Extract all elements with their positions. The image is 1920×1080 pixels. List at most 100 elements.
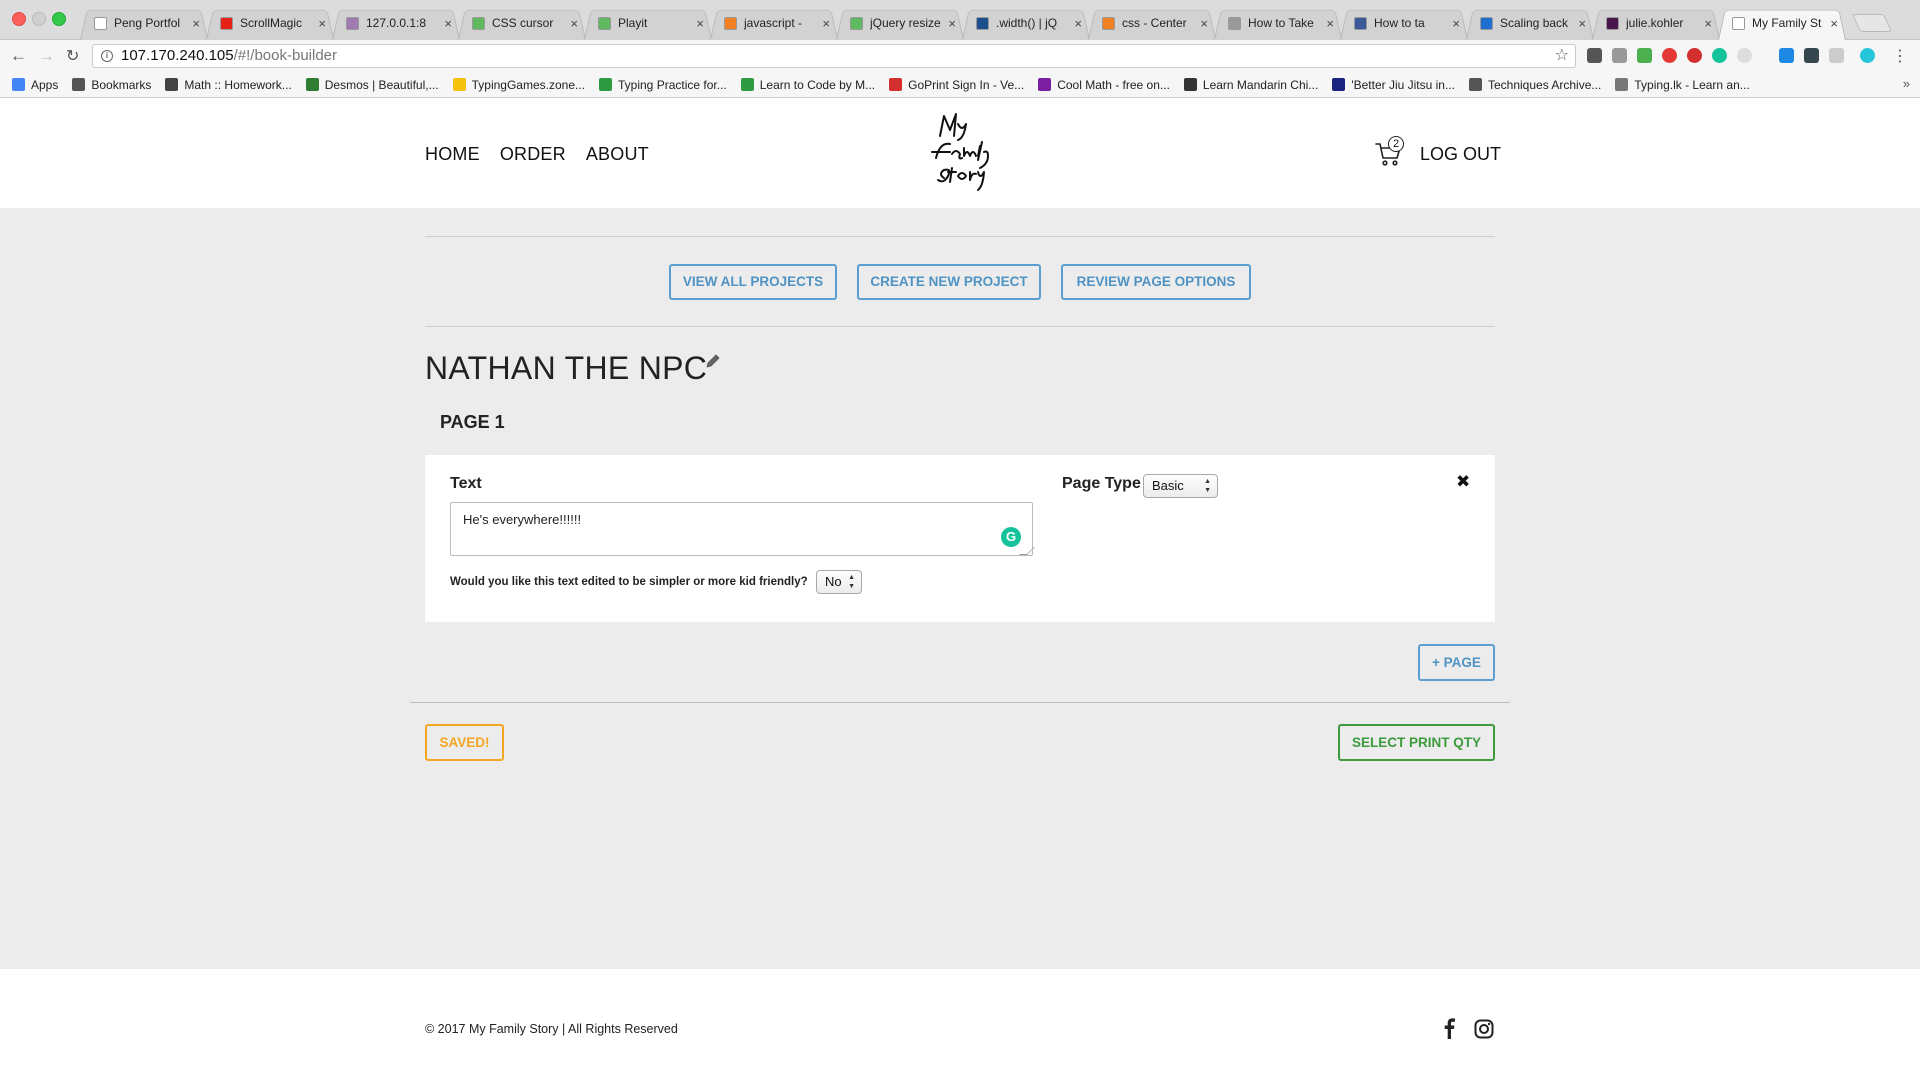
create-new-project-button[interactable]: CREATE NEW PROJECT <box>857 264 1041 300</box>
opera-extension-icon[interactable] <box>1662 48 1677 63</box>
download-extension-icon[interactable] <box>1779 48 1794 63</box>
instagram-icon[interactable] <box>1474 1019 1494 1039</box>
extension-icon[interactable] <box>1737 48 1752 63</box>
logout-link[interactable]: LOG OUT <box>1420 144 1501 165</box>
browser-tab[interactable]: How to Take × <box>1214 6 1342 40</box>
bookmark-item[interactable]: Apps <box>12 78 58 92</box>
bookmark-item[interactable]: Typing Practice for... <box>599 78 727 92</box>
bookmark-item[interactable]: Bookmarks <box>72 78 151 92</box>
browser-tab[interactable]: ScrollMagic × <box>206 6 334 40</box>
browser-tab[interactable]: javascript - × <box>710 6 838 40</box>
bookmark-item[interactable]: GoPrint Sign In - Ve... <box>889 78 1024 92</box>
tab-favicon-icon <box>1606 16 1619 30</box>
bookmark-item[interactable]: 'Better Jiu Jitsu in... <box>1332 78 1455 92</box>
tab-title: javascript - <box>744 16 803 30</box>
window-close-button[interactable] <box>12 12 26 26</box>
copyright-text: © 2017 My Family Story | All Rights Rese… <box>425 1022 678 1036</box>
bookmark-item[interactable]: Techniques Archive... <box>1468 78 1601 92</box>
bookmark-favicon-icon <box>1038 78 1052 91</box>
browser-tab[interactable]: Peng Portfol × <box>80 6 208 40</box>
extension-icon[interactable] <box>1637 48 1652 63</box>
menu-kebab-icon[interactable]: ⋮ <box>1892 46 1908 66</box>
saved-status-button[interactable]: SAVED! <box>425 724 504 761</box>
bookmark-item[interactable]: Learn to Code by M... <box>740 78 875 92</box>
bookmark-label: Desmos | Beautiful,... <box>324 77 439 92</box>
browser-tab[interactable]: Scaling back × <box>1466 6 1594 40</box>
tab-favicon-icon <box>850 16 863 30</box>
page-text-input[interactable]: He's everywhere!!!!!! <box>450 502 1033 556</box>
bookmark-favicon-icon <box>889 78 903 91</box>
tab-close-icon[interactable]: × <box>318 16 326 31</box>
tab-favicon-icon <box>472 16 485 30</box>
tab-close-icon[interactable]: × <box>1452 16 1460 31</box>
tab-close-icon[interactable]: × <box>192 16 200 31</box>
back-arrow-icon[interactable]: ← <box>10 46 27 66</box>
tab-close-icon[interactable]: × <box>444 16 452 31</box>
browser-tab[interactable]: julie.kohler × <box>1592 6 1720 40</box>
browser-tab[interactable]: How to ta × <box>1340 6 1468 40</box>
bookmark-label: GoPrint Sign In - Ve... <box>908 77 1025 92</box>
tab-title: 127.0.0.1:8 <box>366 16 427 30</box>
my-family-story-logo[interactable] <box>922 108 1002 198</box>
extension-icon[interactable] <box>1860 48 1875 63</box>
tab-title: .width() | jQ <box>996 16 1058 30</box>
extension-icon[interactable] <box>1612 48 1627 63</box>
bookmark-item[interactable]: Learn Mandarin Chi... <box>1183 78 1318 92</box>
window-minimize-button[interactable] <box>32 12 46 26</box>
nav-about[interactable]: ABOUT <box>586 144 649 165</box>
browser-tab[interactable]: 127.0.0.1:8 × <box>332 6 460 40</box>
bookmark-star-icon[interactable]: ☆ <box>1555 45 1569 67</box>
add-page-button[interactable]: + PAGE <box>1418 644 1495 681</box>
extension-icon[interactable] <box>1587 48 1602 63</box>
new-tab-button[interactable] <box>1851 14 1893 32</box>
browser-tab[interactable]: css - Center × <box>1088 6 1216 40</box>
adblock-extension-icon[interactable] <box>1687 48 1702 63</box>
extension-icon[interactable] <box>1829 48 1844 63</box>
facebook-icon[interactable] <box>1440 1017 1458 1039</box>
nav-home[interactable]: HOME <box>425 144 480 165</box>
tab-close-icon[interactable]: × <box>1830 16 1838 31</box>
forward-arrow-icon[interactable]: → <box>38 46 55 66</box>
tab-close-icon[interactable]: × <box>1074 16 1082 31</box>
site-info-icon[interactable]: i <box>101 50 113 62</box>
kid-friendly-select[interactable]: No ▲ ▼ <box>816 570 862 594</box>
bookmark-item[interactable]: TypingGames.zone... <box>452 78 585 92</box>
review-page-options-button[interactable]: REVIEW PAGE OPTIONS <box>1061 264 1251 300</box>
tab-close-icon[interactable]: × <box>1326 16 1334 31</box>
grammarly-extension-icon[interactable] <box>1712 48 1727 63</box>
tab-title: Scaling back <box>1500 16 1569 30</box>
extension-icon[interactable] <box>1804 48 1819 63</box>
bookmark-favicon-icon <box>1332 78 1346 91</box>
grammarly-icon[interactable]: G <box>1001 527 1021 547</box>
view-all-projects-button[interactable]: VIEW ALL PROJECTS <box>669 264 837 300</box>
tab-close-icon[interactable]: × <box>1578 16 1586 31</box>
browser-tab[interactable]: My Family St × <box>1718 6 1846 40</box>
tab-close-icon[interactable]: × <box>696 16 704 31</box>
bookmarks-overflow-icon[interactable]: » <box>1903 76 1910 91</box>
browser-tab[interactable]: CSS cursor × <box>458 6 586 40</box>
tab-favicon-icon <box>1354 16 1367 30</box>
tab-favicon-icon <box>724 16 737 30</box>
reload-icon[interactable]: ↻ <box>66 46 79 66</box>
browser-tab[interactable]: .width() | jQ × <box>962 6 1090 40</box>
address-bar[interactable]: i 107.170.240.105/#!/book-builder ☆ <box>92 44 1576 68</box>
tab-close-icon[interactable]: × <box>570 16 578 31</box>
browser-tab[interactable]: jQuery resize × <box>836 6 964 40</box>
tab-close-icon[interactable]: × <box>948 16 956 31</box>
page-type-select[interactable]: Basic ▲ ▼ <box>1143 474 1218 498</box>
tab-close-icon[interactable]: × <box>1704 16 1712 31</box>
tab-title: ScrollMagic <box>240 16 303 30</box>
window-zoom-button[interactable] <box>52 12 66 26</box>
bookmark-favicon-icon <box>165 78 179 91</box>
bookmark-item[interactable]: Math :: Homework... <box>165 78 292 92</box>
bookmark-item[interactable]: Desmos | Beautiful,... <box>305 77 439 92</box>
bookmark-item[interactable]: Typing.lk - Learn an... <box>1615 78 1750 92</box>
browser-tab[interactable]: Playit × <box>584 6 712 40</box>
edit-pencil-icon[interactable] <box>705 353 721 369</box>
nav-order[interactable]: ORDER <box>500 144 566 165</box>
select-print-qty-button[interactable]: SELECT PRINT QTY <box>1338 724 1495 761</box>
tab-close-icon[interactable]: × <box>822 16 830 31</box>
tab-close-icon[interactable]: × <box>1200 16 1208 31</box>
bookmark-item[interactable]: Cool Math - free on... <box>1038 78 1170 92</box>
delete-page-close-icon[interactable]: ✖ <box>1456 472 1470 492</box>
